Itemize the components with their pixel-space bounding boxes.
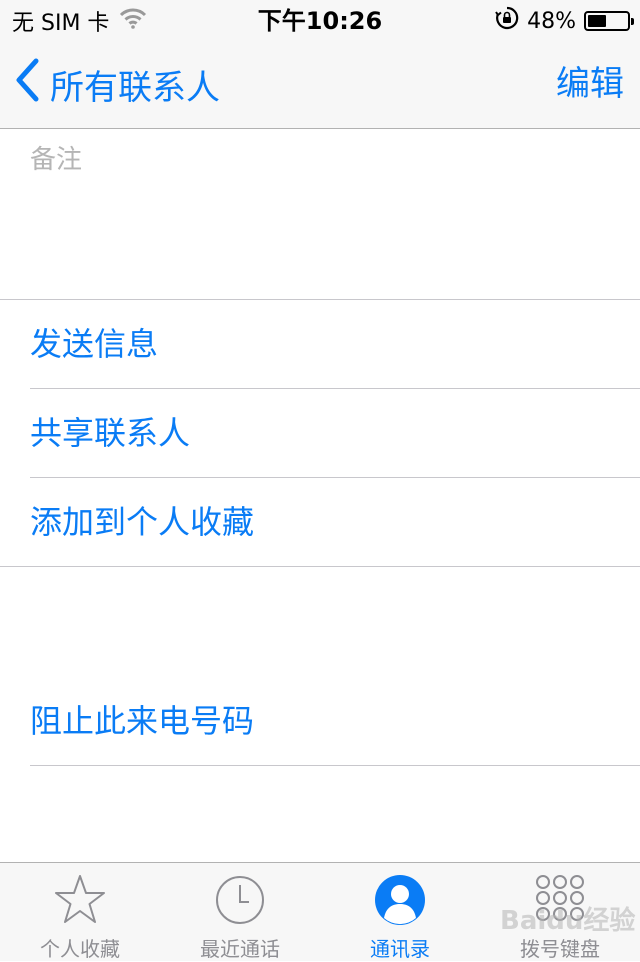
share-contact-button[interactable]: 共享联系人 [30, 389, 640, 477]
clock-icon [215, 873, 265, 927]
status-bar: 无 SIM 卡 下午10:26 48% [0, 0, 640, 40]
chevron-left-icon [14, 58, 40, 111]
divider [0, 566, 640, 567]
tab-recents-label: 最近通话 [200, 937, 280, 961]
back-button-label: 所有联系人 [50, 67, 220, 108]
battery-percent: 48% [527, 8, 576, 34]
tab-keypad-label: 拨号键盘 [520, 937, 600, 961]
notes-label: 备注 [30, 145, 83, 175]
add-to-favorites-button[interactable]: 添加到个人收藏 [30, 478, 640, 566]
watermark: Baidu经验 [500, 906, 636, 936]
tab-contacts[interactable]: 通讯录 [320, 863, 480, 961]
divider [30, 765, 640, 766]
notes-field[interactable]: 备注 [0, 129, 640, 300]
star-icon [55, 873, 105, 927]
tab-recents[interactable]: 最近通话 [160, 863, 320, 961]
edit-button[interactable]: 编辑 [556, 58, 624, 110]
orientation-lock-icon [495, 6, 519, 36]
back-button[interactable]: 所有联系人 [14, 58, 220, 110]
tab-favorites[interactable]: 个人收藏 [0, 863, 160, 961]
status-right: 48% [495, 6, 634, 36]
battery-fill [588, 15, 606, 27]
contacts-icon [375, 873, 425, 927]
send-message-button[interactable]: 发送信息 [30, 300, 640, 388]
tab-contacts-label: 通讯录 [370, 937, 430, 961]
navigation-bar: 所有联系人 编辑 [0, 40, 640, 129]
tab-favorites-label: 个人收藏 [40, 937, 120, 961]
battery-icon [584, 11, 634, 31]
block-caller-button[interactable]: 阻止此来电号码 [30, 677, 640, 765]
